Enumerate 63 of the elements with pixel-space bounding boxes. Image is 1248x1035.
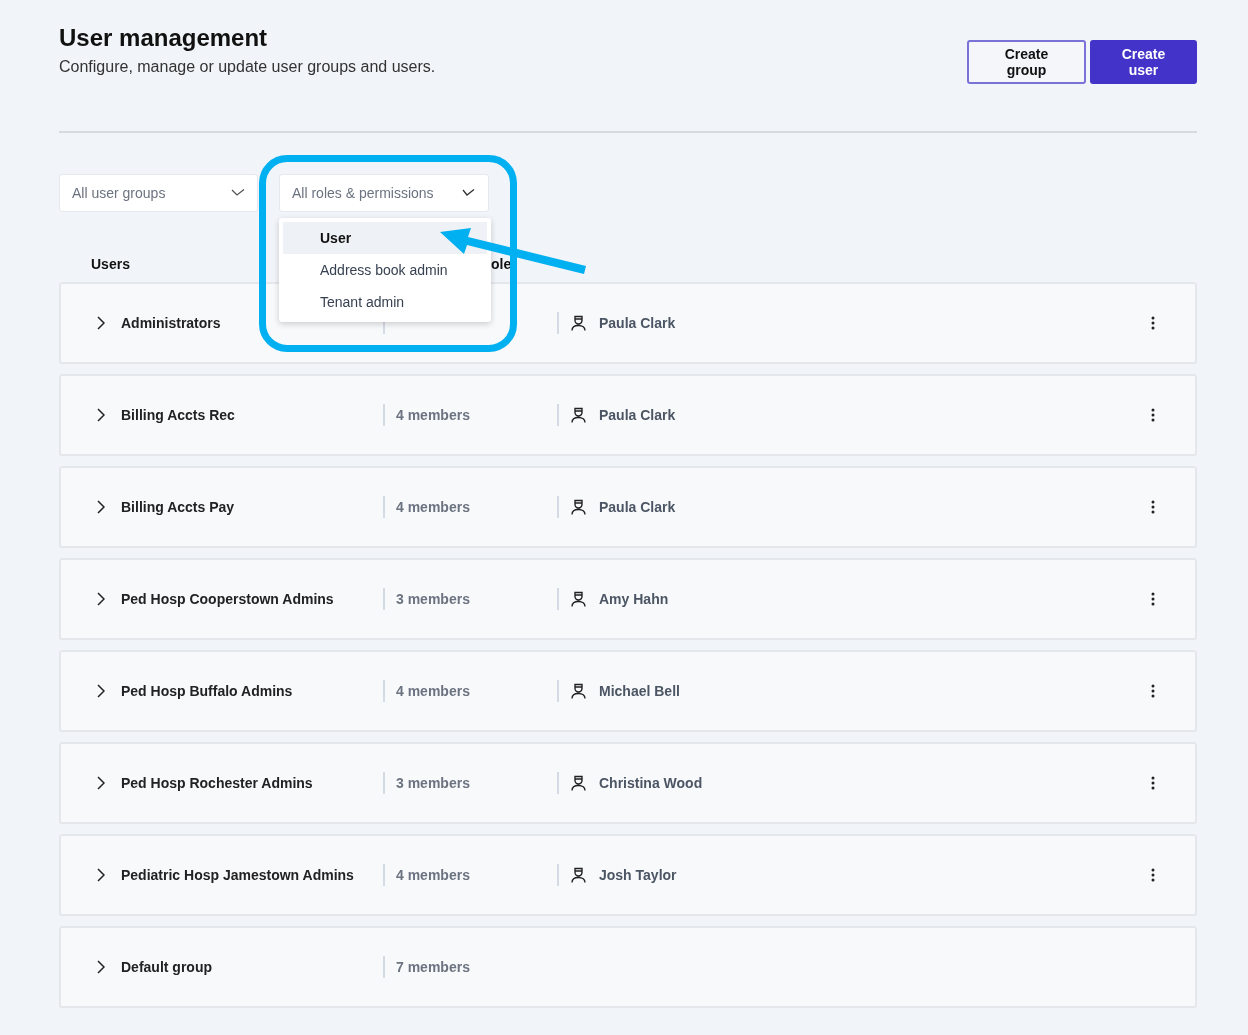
chevron-right-icon[interactable] xyxy=(97,592,105,606)
more-options-icon[interactable] xyxy=(1151,684,1155,698)
create-user-button[interactable]: Create user xyxy=(1090,40,1197,84)
group-name: Ped Hosp Cooperstown Admins xyxy=(121,591,335,607)
group-name: Billing Accts Pay xyxy=(121,499,236,515)
chevron-right-icon[interactable] xyxy=(97,316,105,330)
chevron-right-icon[interactable] xyxy=(97,868,105,882)
page-title: User management xyxy=(59,24,269,52)
owner-name: Paula Clark xyxy=(599,407,676,423)
member-count: 4 members xyxy=(396,683,470,699)
member-count: 3 members xyxy=(396,591,470,607)
group-name: Administrators xyxy=(121,315,222,331)
user-icon xyxy=(571,591,586,607)
group-row[interactable]: Ped Hosp Rochester Admins 3 members Christina Wood xyxy=(59,742,1197,824)
group-name: Ped Hosp Buffalo Admins xyxy=(121,683,294,699)
owner-name: Michael Bell xyxy=(599,683,680,699)
page-subtitle: Configure, manage or update user groups and users. xyxy=(59,58,436,76)
owner-name: Paula Clark xyxy=(599,499,676,515)
chevron-right-icon[interactable] xyxy=(97,960,105,974)
column-header: ole xyxy=(491,256,512,272)
group-row[interactable]: Default group 7 members xyxy=(59,926,1197,1008)
chevron-right-icon[interactable] xyxy=(97,776,105,790)
group-name: Billing Accts Rec xyxy=(121,407,236,423)
caret-icon xyxy=(231,189,245,197)
user-icon xyxy=(571,499,586,515)
owner-name: Paula Clark xyxy=(599,315,676,331)
group-row[interactable]: Billing Accts Pay 4 members Paula Clark xyxy=(59,466,1197,548)
user-icon xyxy=(571,315,586,331)
owner-name: Josh Taylor xyxy=(599,867,677,883)
user-icon xyxy=(571,775,586,791)
member-count: 7 members xyxy=(396,959,470,975)
more-options-icon[interactable] xyxy=(1151,592,1155,606)
group-name: Ped Hosp Rochester Admins xyxy=(121,775,314,791)
group-row[interactable]: Pediatric Hosp Jamestown Admins 4 members Josh Taylor xyxy=(59,834,1197,916)
group-row[interactable]: Ped Hosp Buffalo Admins 4 members Michael Bell xyxy=(59,650,1197,732)
chevron-right-icon[interactable] xyxy=(97,408,105,422)
caret-icon xyxy=(462,189,476,197)
user-icon xyxy=(571,867,586,883)
chevron-right-icon[interactable] xyxy=(97,500,105,514)
more-options-icon[interactable] xyxy=(1151,408,1155,422)
group-name: Pediatric Hosp Jamestown Admins xyxy=(121,867,355,883)
filter-dropdown[interactable]: All user groups xyxy=(59,174,258,212)
more-options-icon[interactable] xyxy=(1151,868,1155,882)
more-options-icon[interactable] xyxy=(1151,500,1155,514)
member-count: 4 members xyxy=(396,407,470,423)
member-count: 4 members xyxy=(396,499,470,515)
create-group-button[interactable]: Create group xyxy=(967,40,1086,84)
group-row[interactable]: Ped Hosp Cooperstown Admins 3 members Amy Hahn xyxy=(59,558,1197,640)
filter-dropdown[interactable]: All roles & permissions xyxy=(279,174,489,212)
member-count: 4 members xyxy=(396,867,470,883)
owner-name: Amy Hahn xyxy=(599,591,669,607)
user-icon xyxy=(571,407,586,423)
owner-name: Christina Wood xyxy=(599,775,703,791)
column-header: Users xyxy=(91,256,130,272)
user-icon xyxy=(571,683,586,699)
dropdown-option[interactable]: Tenant admin xyxy=(283,286,487,318)
group-row[interactable]: Billing Accts Rec 4 members Paula Clark xyxy=(59,374,1197,456)
chevron-right-icon[interactable] xyxy=(97,684,105,698)
more-options-icon[interactable] xyxy=(1151,316,1155,330)
more-options-icon[interactable] xyxy=(1151,776,1155,790)
dropdown-option[interactable]: User xyxy=(283,222,487,254)
group-name: Default group xyxy=(121,959,213,975)
member-count: 3 members xyxy=(396,775,470,791)
